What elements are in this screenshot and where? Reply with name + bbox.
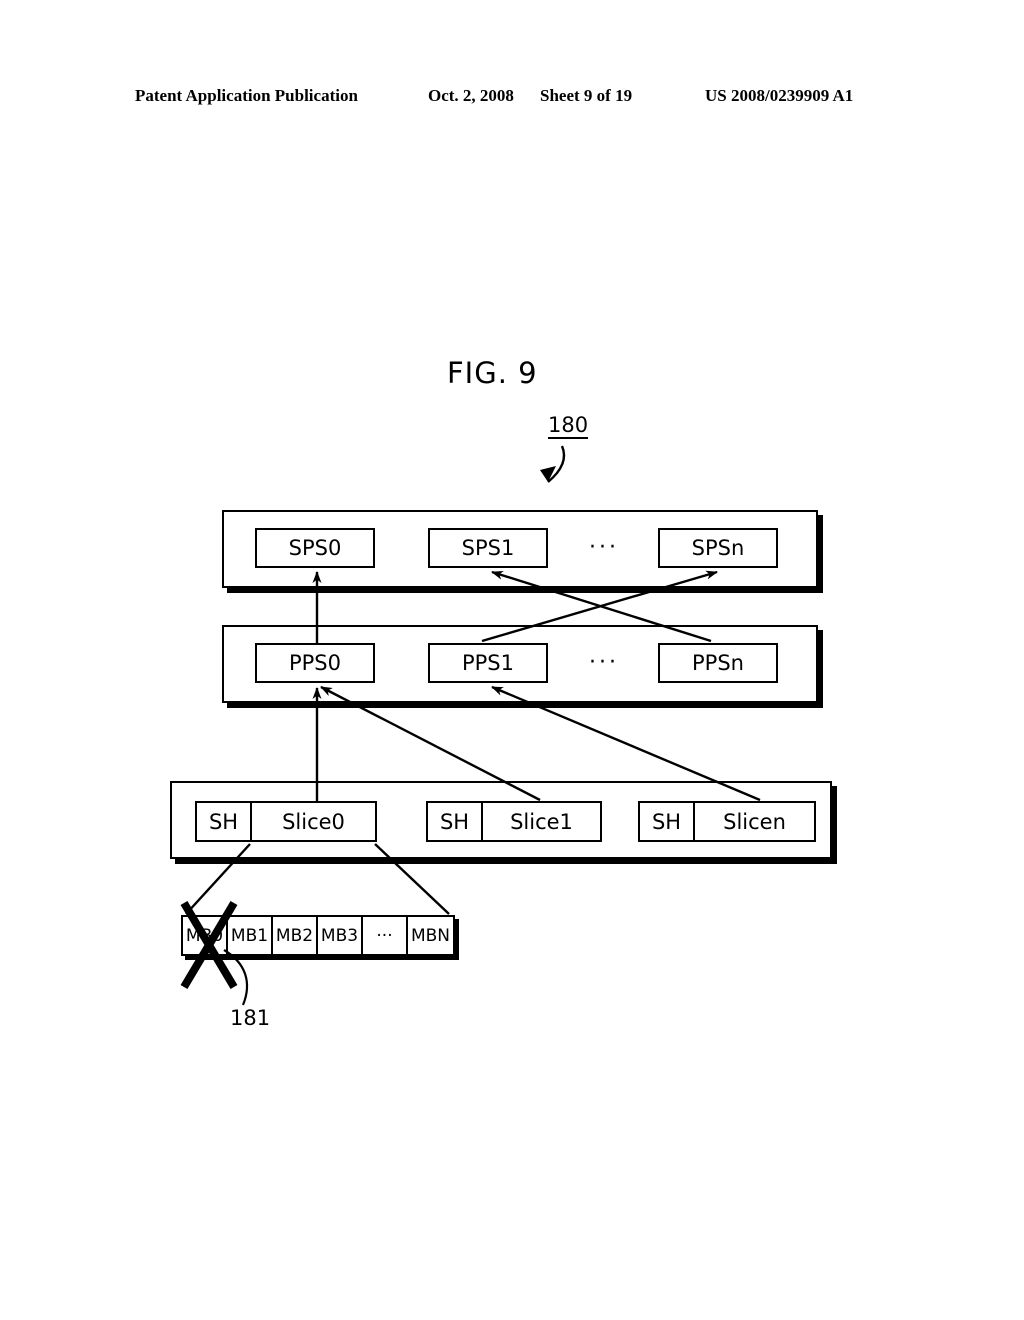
macroblock-cell-1: MB1 [228,917,273,954]
slice-header-0: SH [197,803,252,840]
sps-ellipsis: ··· [589,535,619,560]
header-patent-number: US 2008/0239909 A1 [705,86,854,105]
leader-180-arrowhead [540,466,556,482]
slice-body-1: Slice1 [510,809,573,834]
macroblock-cell-0: MB0 [183,917,228,954]
pps-ellipsis: ··· [589,650,619,675]
slice-group-0: SH Slice0 [195,801,377,842]
macroblock-cell-3: MB3 [318,917,363,954]
reference-numeral-180: 180 [548,414,589,440]
pps-unit-0: PPS0 [255,643,375,683]
leader-181 [223,949,249,1006]
sps-unit-n: SPSn [658,528,778,568]
macroblock-cell-ellipsis: ··· [363,917,408,954]
figure-title: FIG. 9 [447,356,538,390]
header-sheet-number: Sheet 9 of 19 [540,86,633,105]
pps-unit-n: PPSn [658,643,778,683]
header-date: Oct. 2, 2008 [428,86,514,105]
sps-unit-1: SPS1 [428,528,548,568]
slice-group-1: SH Slice1 [426,801,602,842]
slice-header-1: SH [428,803,483,840]
pps-unit-1: PPS1 [428,643,548,683]
macroblock-cell-n: MBN [410,925,451,946]
reference-numeral-181: 181 [230,1006,271,1030]
page-header: Patent Application Publication Oct. 2, 2… [0,86,1024,112]
leader-180 [547,445,566,483]
macroblock-strip: MB0 MB1 MB2 MB3 ··· MBN [181,915,455,956]
macroblock-cell-2: MB2 [273,917,318,954]
sps-unit-0: SPS0 [255,528,375,568]
header-publication: Patent Application Publication [135,86,358,105]
slice-group-n: SH Slicen [638,801,816,842]
slice-header-n: SH [640,803,695,840]
slice-body-0: Slice0 [282,809,345,834]
slice-body-n: Slicen [723,809,786,834]
